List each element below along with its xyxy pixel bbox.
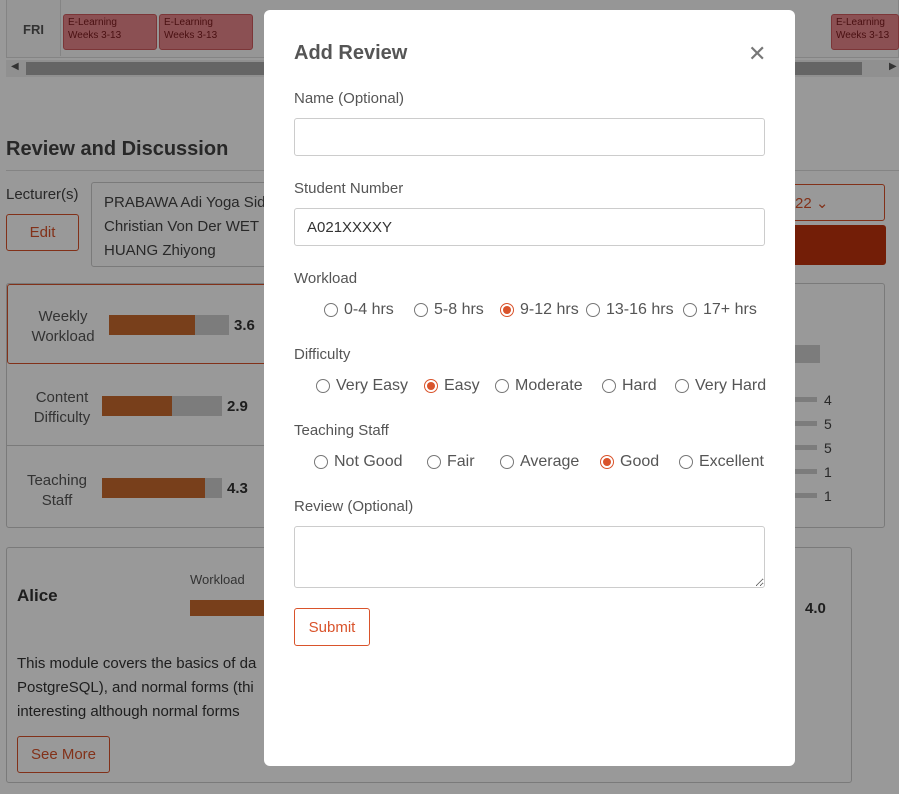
- radio-button[interactable]: [586, 303, 600, 317]
- teaching-option[interactable]: Not Good: [314, 453, 402, 471]
- option-label: Average: [520, 453, 580, 470]
- name-label: Name (Optional): [294, 90, 405, 107]
- difficulty-option[interactable]: Very Easy: [316, 377, 408, 395]
- teaching-option[interactable]: Good: [600, 453, 659, 471]
- option-label: Hard: [622, 377, 657, 394]
- radio-button[interactable]: [683, 303, 697, 317]
- radio-button[interactable]: [427, 455, 441, 469]
- teaching-option[interactable]: Fair: [427, 453, 475, 471]
- radio-button[interactable]: [679, 455, 693, 469]
- teaching-staff-label: Teaching Staff: [294, 422, 389, 439]
- radio-button[interactable]: [414, 303, 428, 317]
- option-label: Very Easy: [336, 377, 409, 394]
- option-label: 9-12 hrs: [520, 301, 579, 318]
- difficulty-option[interactable]: Easy: [424, 377, 480, 395]
- difficulty-option[interactable]: Hard: [602, 377, 657, 395]
- workload-option[interactable]: 13-16 hrs: [586, 301, 674, 319]
- radio-button[interactable]: [600, 455, 614, 469]
- teaching-option[interactable]: Excellent: [679, 453, 764, 471]
- option-label: Excellent: [699, 453, 764, 470]
- workload-label: Workload: [294, 270, 358, 287]
- radio-button[interactable]: [314, 455, 328, 469]
- name-input[interactable]: [294, 118, 765, 156]
- student-number-input[interactable]: [294, 208, 765, 246]
- option-label: Easy: [444, 377, 480, 394]
- radio-button[interactable]: [424, 379, 438, 393]
- option-label: Good: [620, 453, 660, 470]
- radio-button[interactable]: [500, 303, 514, 317]
- option-label: 17+ hrs: [703, 301, 757, 318]
- workload-option[interactable]: 17+ hrs: [683, 301, 757, 319]
- modal-title: Add Review: [294, 42, 408, 64]
- radio-button[interactable]: [316, 379, 330, 393]
- close-icon[interactable]: ✕: [748, 43, 766, 65]
- submit-button[interactable]: Submit: [294, 608, 370, 646]
- option-label: 13-16 hrs: [606, 301, 674, 318]
- radio-button[interactable]: [602, 379, 616, 393]
- radio-button[interactable]: [500, 455, 514, 469]
- review-textarea[interactable]: [294, 526, 765, 588]
- workload-option[interactable]: 9-12 hrs: [500, 301, 579, 319]
- option-label: Fair: [447, 453, 475, 470]
- difficulty-label: Difficulty: [294, 346, 351, 363]
- workload-radio-group: 0-4 hrs 5-8 hrs 9-12 hrs 13-16 hrs 17+ h…: [294, 301, 774, 323]
- radio-button[interactable]: [324, 303, 338, 317]
- option-label: Not Good: [334, 453, 403, 470]
- student-number-label: Student Number: [294, 180, 404, 197]
- option-label: Very Hard: [695, 377, 767, 394]
- workload-option[interactable]: 5-8 hrs: [414, 301, 484, 319]
- option-label: Moderate: [515, 377, 583, 394]
- difficulty-option[interactable]: Very Hard: [675, 377, 766, 395]
- add-review-modal: Add Review ✕ Name (Optional) Student Num…: [264, 10, 795, 766]
- radio-button[interactable]: [495, 379, 509, 393]
- option-label: 0-4 hrs: [344, 301, 394, 318]
- review-label: Review (Optional): [294, 498, 414, 515]
- teaching-radio-group: Not Good Fair Average Good Excellent: [294, 453, 774, 475]
- difficulty-option[interactable]: Moderate: [495, 377, 583, 395]
- option-label: 5-8 hrs: [434, 301, 484, 318]
- workload-option[interactable]: 0-4 hrs: [324, 301, 394, 319]
- radio-button[interactable]: [675, 379, 689, 393]
- teaching-option[interactable]: Average: [500, 453, 579, 471]
- difficulty-radio-group: Very Easy Easy Moderate Hard Very Hard: [294, 377, 774, 399]
